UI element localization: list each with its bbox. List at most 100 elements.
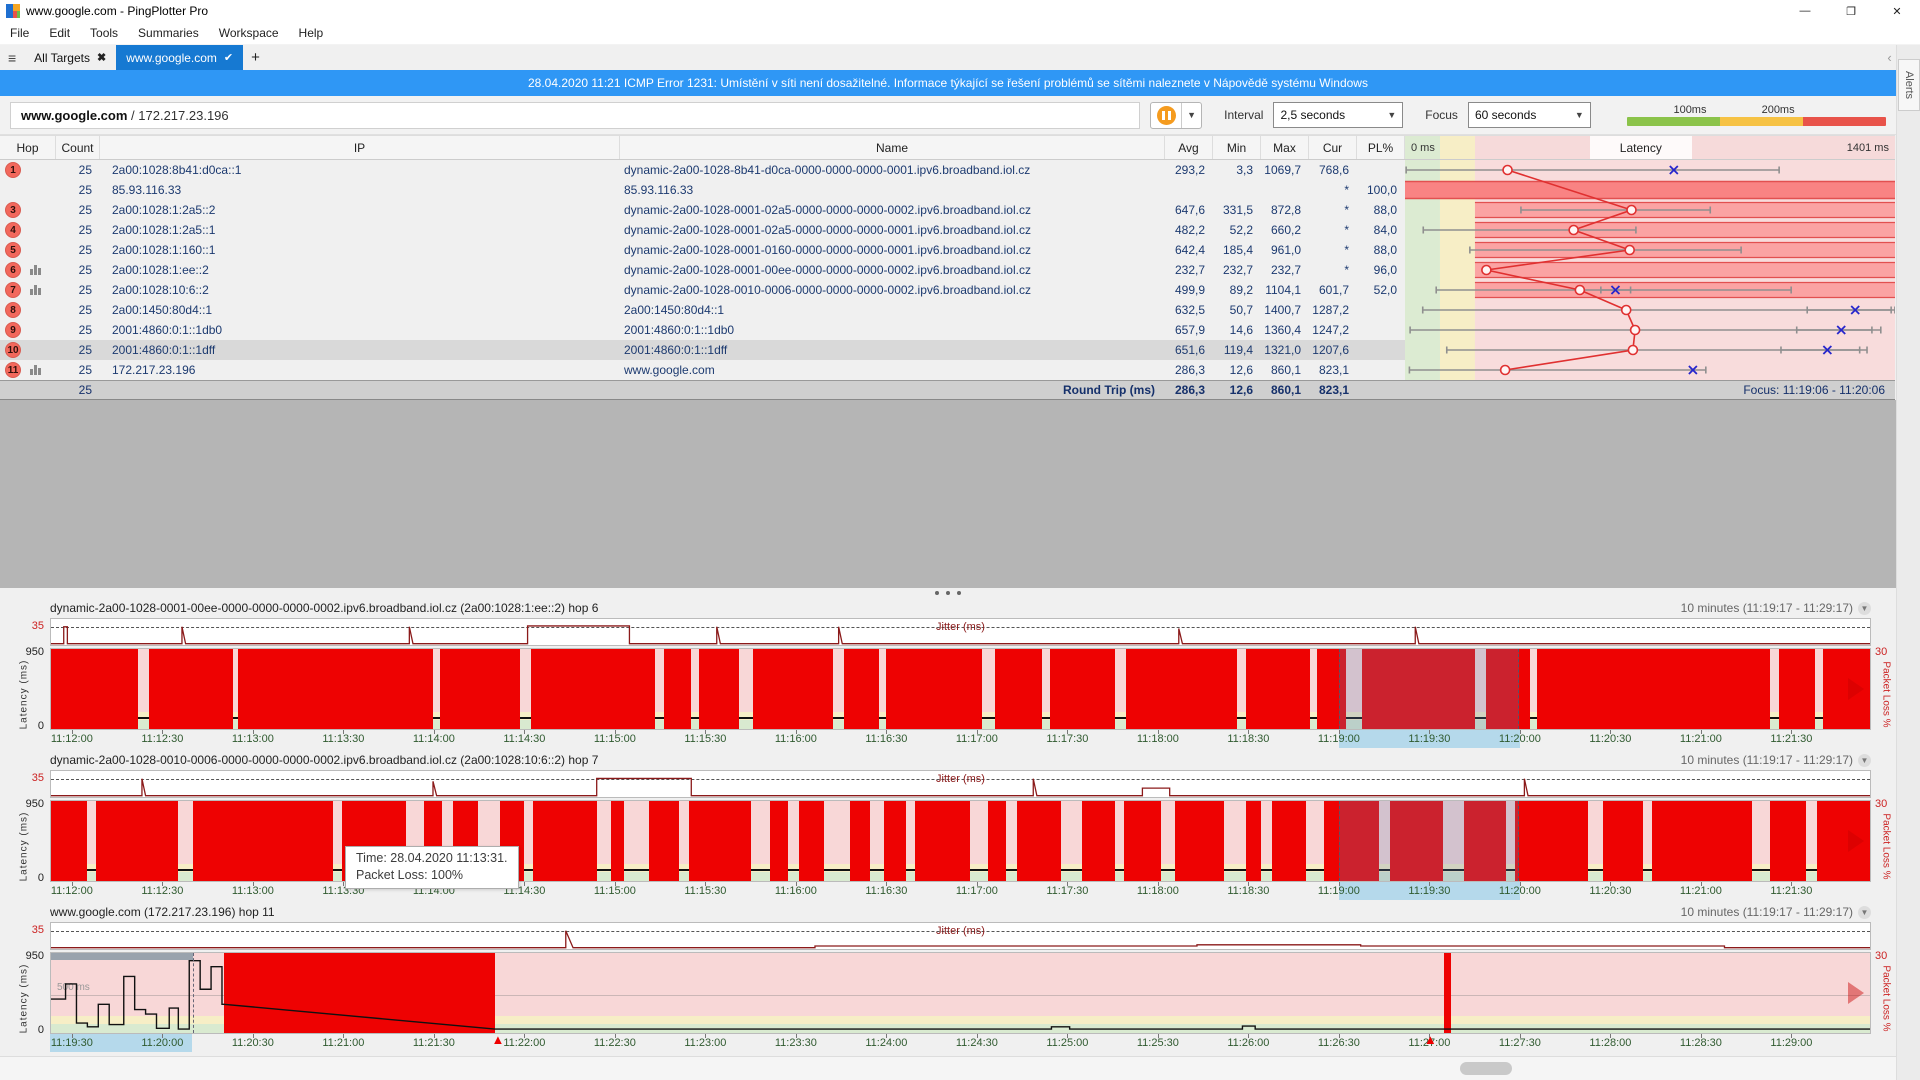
trace-table: Hop Count IP Name Avg Min Max Cur PL% 0 … [0,135,1895,400]
cell-count: 25 [56,340,100,360]
target-address-box[interactable]: www.google.com / 172.217.23.196 [10,102,1140,129]
latency-strip[interactable] [50,800,1871,882]
time-tick-label: 11:15:30 [684,885,726,897]
focus-select[interactable]: 60 seconds ▼ [1468,102,1591,128]
time-tick-label: 11:27:30 [1499,1037,1541,1049]
tab-check-icon: ✔ [224,51,233,64]
menu-tools[interactable]: Tools [80,22,128,44]
pane-splitter-handle[interactable] [0,588,1896,598]
latency-strip[interactable]: 500 ms [50,952,1871,1034]
tab-www-google-com[interactable]: www.google.com ✔ [116,45,243,70]
cell-min [1213,180,1261,200]
cell-min: 185,4 [1213,240,1261,260]
hop-number-badge: 7 [5,282,21,298]
latency-min-label: 0 [38,720,44,732]
menu-help[interactable]: Help [289,22,334,44]
cell-min: 89,2 [1213,280,1261,300]
latency-strip[interactable] [50,648,1871,730]
new-tab-button[interactable]: + [243,49,268,66]
time-tick-label: 11:17:00 [956,733,998,745]
graph-range-select[interactable]: 10 minutes (11:19:17 - 11:29:17)▼ [1681,905,1871,919]
col-name[interactable]: Name [620,136,1165,159]
time-tick-label: 11:15:30 [684,733,726,745]
col-min[interactable]: Min [1213,136,1261,159]
cell-pl [1357,360,1405,380]
right-rail: Alerts [1896,45,1920,1080]
cell-max: 961,0 [1261,240,1309,260]
autoscroll-arrow-icon [1848,982,1864,1004]
pause-dropdown-button[interactable]: ▼ [1182,103,1201,128]
tab-scroll-left-icon[interactable]: ‹ [1887,50,1891,65]
maximize-button[interactable]: ❐ [1828,0,1874,22]
time-tick-label: 11:20:30 [1589,885,1631,897]
cell-ip: 2001:4860:0:1::1db0 [100,320,620,340]
col-max[interactable]: Max [1261,136,1309,159]
cell-name: 2001:4860:0:1::1dff [620,340,1165,360]
cell-pl: 88,0 [1357,240,1405,260]
app-icon [6,4,20,18]
time-tick-label: 11:28:30 [1680,1037,1722,1049]
cell-pl [1357,160,1405,180]
time-tick-label: 11:20:00 [1499,885,1541,897]
title-bar: www.google.com - PingPlotter Pro — ❐ ✕ [0,0,1920,22]
graph-range-select[interactable]: 10 minutes (11:19:17 - 11:29:17)▼ [1681,601,1871,615]
col-pl[interactable]: PL% [1357,136,1405,159]
col-avg[interactable]: Avg [1165,136,1213,159]
time-tick-label: 11:22:30 [594,1037,636,1049]
menu-summaries[interactable]: Summaries [128,22,209,44]
close-button[interactable]: ✕ [1874,0,1920,22]
cell-name: dynamic-2a00-1028-8b41-d0ca-0000-0000-00… [620,160,1165,180]
cell-count: 25 [56,260,100,280]
focus-selection-box [1339,801,1519,881]
cell-avg: 651,6 [1165,340,1213,360]
latency-whisker-chart [1405,160,1895,380]
target-ip: 172.217.23.196 [138,108,228,123]
time-tick-label: 11:25:30 [1137,1037,1179,1049]
menu-bar: File Edit Tools Summaries Workspace Help [0,22,1920,45]
jitter-strip[interactable]: Jitter (ms) [50,770,1871,798]
graph-title: www.google.com (172.217.23.196) hop 11 [50,905,275,919]
col-ip[interactable]: IP [100,136,620,159]
time-tick-label: 11:16:00 [775,885,817,897]
hamburger-icon[interactable]: ≡ [0,50,24,66]
jitter-strip[interactable]: Jitter (ms) [50,618,1871,646]
pause-button[interactable] [1151,103,1182,128]
menu-edit[interactable]: Edit [39,22,80,44]
graph-range-select[interactable]: 10 minutes (11:19:17 - 11:29:17)▼ [1681,753,1871,767]
cell-max: 872,8 [1261,200,1309,220]
legend-gradient-bar [1627,117,1886,126]
time-tick-label: 11:18:00 [1137,885,1179,897]
cell-pl: 96,0 [1357,260,1405,280]
tab-all-targets-label: All Targets [34,51,90,65]
col-count[interactable]: Count [56,136,100,159]
horizontal-scrollbar[interactable] [0,1056,1896,1080]
graph-title: dynamic-2a00-1028-0010-0006-0000-0000-00… [50,753,598,767]
time-tick-label: 11:20:00 [141,1037,183,1049]
time-tick-label: 11:21:30 [1770,733,1812,745]
col-hop[interactable]: Hop [0,136,56,159]
hop-number-badge: 9 [5,322,21,338]
interval-select[interactable]: 2,5 seconds ▼ [1273,102,1403,128]
latency-axis-title: Latency (ms) [19,807,30,887]
tab-close-icon[interactable]: ✖ [97,51,106,64]
menu-file[interactable]: File [0,22,39,44]
cell-count: 25 [56,360,100,380]
jitter-strip[interactable]: Jitter (ms) [50,922,1871,950]
menu-workspace[interactable]: Workspace [209,22,289,44]
cell-pl [1357,300,1405,320]
tab-all-targets[interactable]: All Targets ✖ [24,45,116,70]
table-header-row: Hop Count IP Name Avg Min Max Cur PL% 0 … [0,135,1895,160]
scrollbar-handle[interactable] [1460,1062,1512,1075]
time-tick-label: 11:18:30 [1227,733,1269,745]
alerts-side-tab[interactable]: Alerts [1898,59,1920,111]
cell-name: 2001:4860:0:1::1db0 [620,320,1165,340]
minimize-button[interactable]: — [1782,0,1828,22]
cell-max: 1400,7 [1261,300,1309,320]
time-tick-label: 11:21:00 [1680,733,1722,745]
chevron-down-icon: ▼ [1387,110,1396,120]
cell-min: 14,6 [1213,320,1261,340]
chevron-down-icon: ▼ [1575,110,1584,120]
col-cur[interactable]: Cur [1309,136,1357,159]
time-tick-label: 11:19:00 [1318,733,1360,745]
cell-pl [1357,320,1405,340]
